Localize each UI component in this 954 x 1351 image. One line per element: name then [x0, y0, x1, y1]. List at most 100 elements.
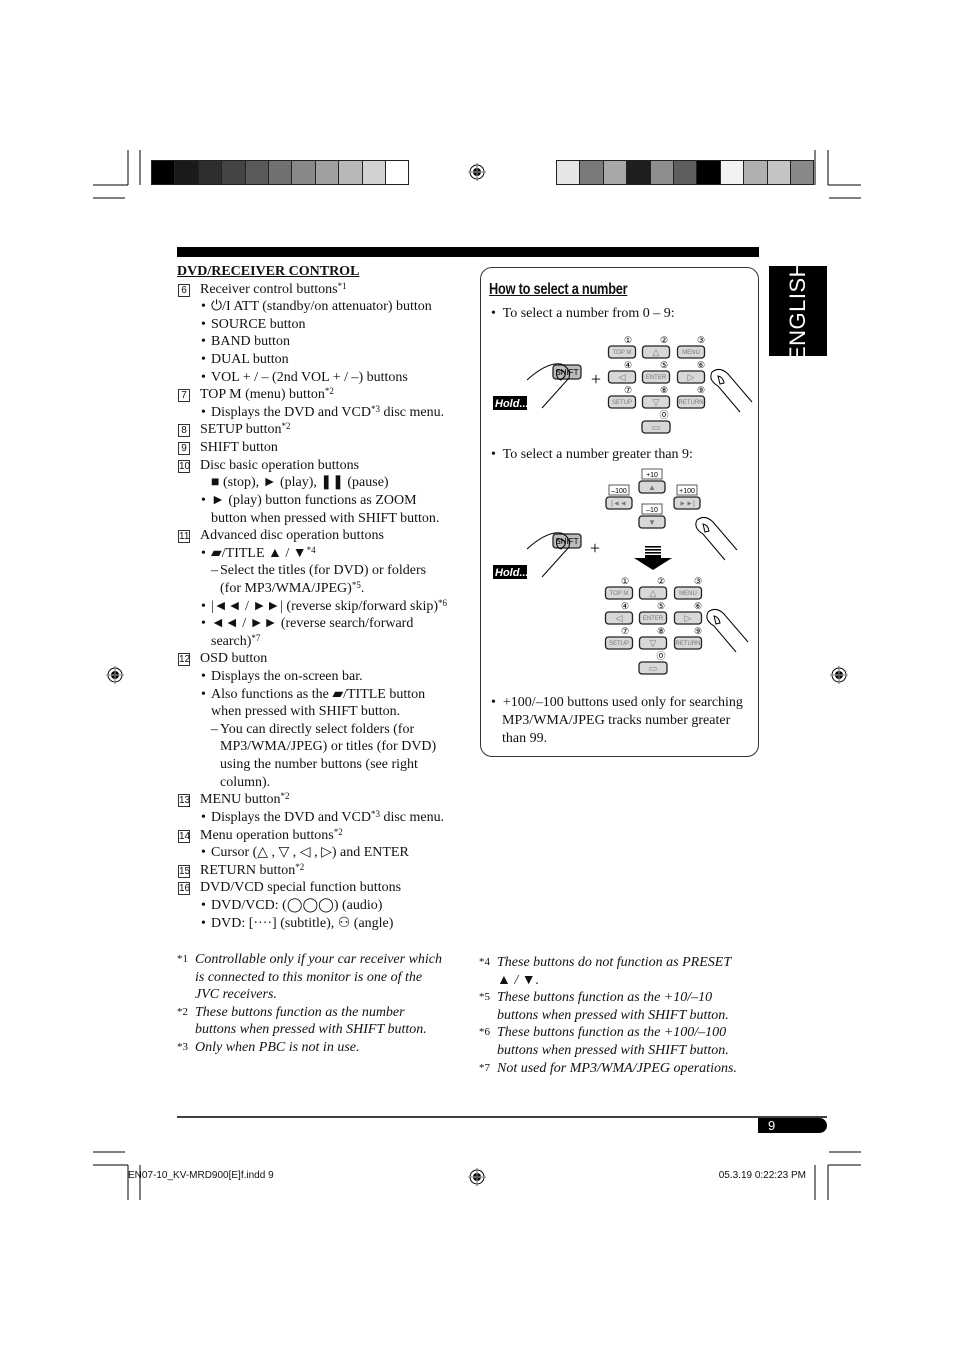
numbered-item: 14 Menu operation buttons*2: [177, 827, 359, 845]
item-text: ⏻/I ATT (standby/on attenuator) button: [211, 299, 432, 315]
color-swatch: [267, 161, 292, 184]
item-text: Displays the DVD and VCD*3 disc menu.: [211, 808, 445, 825]
item-text: BAND button: [211, 334, 290, 350]
item-text: Displays the DVD and VCD*3 disc menu.: [211, 403, 445, 420]
item-number: 12: [178, 653, 191, 667]
registration-mark-icon: [830, 666, 848, 684]
numbered-item: 8 SETUP button*2: [177, 421, 359, 439]
item-text: OSD button: [200, 651, 268, 667]
item-text: Receiver control buttons*1: [200, 280, 347, 297]
bullet-text: +100/–100 buttons used only for searchin…: [502, 695, 743, 710]
item-text: ► (play) button functions as ZOOM: [211, 492, 417, 508]
bullet: •: [201, 299, 206, 315]
bullet: •: [201, 616, 206, 632]
color-swatch: [696, 161, 720, 184]
item-number: 9: [178, 442, 190, 456]
page-number-badge: 9: [758, 1118, 827, 1133]
bullet-text: MP3/WMA/JPEG tracks number greater: [502, 712, 731, 728]
list-line: • DUAL button: [177, 351, 359, 369]
bullet: •: [201, 404, 206, 420]
item-text: SHIFT button: [200, 440, 278, 456]
color-swatch: [221, 161, 245, 184]
item-text: (for MP3/WMA/JPEG)*5.: [220, 579, 365, 596]
footnote-ref: *6: [438, 597, 448, 608]
item-number: 7: [178, 389, 190, 403]
footnote-ref: *2: [324, 386, 334, 397]
bullet: •: [201, 545, 206, 561]
footnote-text: buttons when pressed with SHIFT button.: [497, 1007, 729, 1023]
bullet: •: [201, 845, 206, 861]
numbered-item: 12 OSD button: [177, 650, 359, 668]
color-swatch: [291, 161, 315, 184]
list-line: • ⏻/I ATT (standby/on attenuator) button: [177, 298, 432, 316]
list-line: • |◄◄ / ►►| (reverse skip/forward skip)*6: [177, 598, 447, 616]
item-number: 13: [178, 794, 191, 808]
dash: –: [211, 563, 218, 579]
list-line: • DVD/VCD: (◯◯◯) (audio): [177, 897, 382, 915]
color-swatch: [361, 161, 385, 184]
numbered-item: 15 RETURN button*2: [177, 862, 359, 880]
item-text: SOURCE button: [211, 316, 306, 332]
numbered-item: 13 MENU button*2: [177, 791, 359, 809]
footnote-ref: *1: [337, 280, 347, 291]
item-text-after: disc menu.: [379, 809, 445, 825]
item-number: 6: [178, 283, 190, 297]
bullet: •: [201, 915, 206, 931]
bullet-0-9: • To select a number from 0 – 9:: [491, 306, 675, 321]
bullet-100-note: • +100/–100 buttons used only for search…: [491, 695, 743, 746]
item-text: DVD/VCD special function buttons: [200, 880, 402, 896]
bullet: •: [201, 492, 206, 508]
list-line: – Select the titles (for DVD) or folders: [177, 562, 426, 580]
footnote-text: ▲ / ▼.: [497, 972, 540, 988]
footnote-text: JVC receivers.: [195, 987, 277, 1003]
list-line: search)*7: [177, 633, 359, 651]
color-swatch: [314, 161, 339, 184]
bullet: •: [201, 809, 206, 825]
footnote-ref: *2: [280, 791, 290, 802]
bullet-text: To select a number greater than 9:: [502, 447, 693, 462]
footnote-text: Controllable only if your car receiver w…: [195, 952, 443, 967]
list-line: (for MP3/WMA/JPEG)*5.: [177, 580, 364, 598]
bullet-text: To select a number from 0 – 9:: [502, 306, 675, 321]
list-line: • BAND button: [177, 333, 359, 351]
color-swatch: [602, 161, 627, 184]
registration-mark-icon: [468, 1168, 486, 1186]
item-text: ▰/TITLE ▲ / ▼*4: [211, 544, 316, 561]
footnote-text: is connected to this monitor is one of t…: [195, 969, 423, 985]
registration-mark-icon: [468, 163, 486, 181]
item-text: VOL + / – (2nd VOL + / –) buttons: [211, 369, 408, 385]
item-text: when pressed with SHIFT button.: [211, 704, 401, 720]
bullet: •: [201, 369, 206, 385]
item-number: 11: [178, 530, 190, 544]
bullet: •: [201, 686, 206, 702]
item-text: Menu operation buttons*2: [200, 826, 343, 843]
item-text: TOP M (menu) button*2: [200, 386, 334, 403]
color-swatch: [557, 161, 580, 184]
list-line: – You can directly select folders (for: [177, 721, 414, 739]
how-to-select-number-box: How to select a number • To select a num…: [480, 267, 759, 757]
item-number: 14: [178, 829, 191, 843]
list-line: • Displays the DVD and VCD*3 disc menu.: [177, 404, 444, 422]
item-text: You can directly select folders (for: [220, 721, 415, 737]
numbered-item: 9 SHIFT button: [177, 439, 359, 457]
footnote-mark: *4: [479, 956, 490, 968]
item-text: |◄◄ / ►►| (reverse skip/forward skip)*6: [211, 597, 448, 614]
item-text: RETURN button*2: [200, 861, 305, 878]
bullet-greater-9: • To select a number greater than 9:: [491, 447, 693, 462]
bullet: •: [201, 352, 206, 368]
footnote-mark: *7: [479, 1061, 490, 1074]
footnote-ref: *4: [306, 544, 316, 555]
item-text: MP3/WMA/JPEG) or titles (for DVD): [220, 739, 437, 755]
item-text: Displays the on-screen bar.: [211, 669, 363, 685]
list-line: • Also functions as the ▰/TITLE button: [177, 686, 425, 704]
footnote-ref: *3: [370, 403, 380, 414]
list-line: • Displays the DVD and VCD*3 disc menu.: [177, 809, 444, 827]
footnote-text: Only when PBC is not in use.: [195, 1039, 360, 1055]
list-line: ■ (stop), ► (play), ❚❚ (pause): [177, 474, 389, 492]
numbered-item: 7 TOP M (menu) button*2: [177, 386, 359, 404]
slug-date: 05.3.19 0:22:23 PM: [718, 1170, 806, 1181]
footnote-ref: *7: [251, 632, 261, 643]
list-line: MP3/WMA/JPEG) or titles (for DVD): [177, 738, 436, 756]
color-swatch: [579, 161, 603, 184]
footnote-text: buttons when pressed with SHIFT button.: [195, 1022, 427, 1038]
